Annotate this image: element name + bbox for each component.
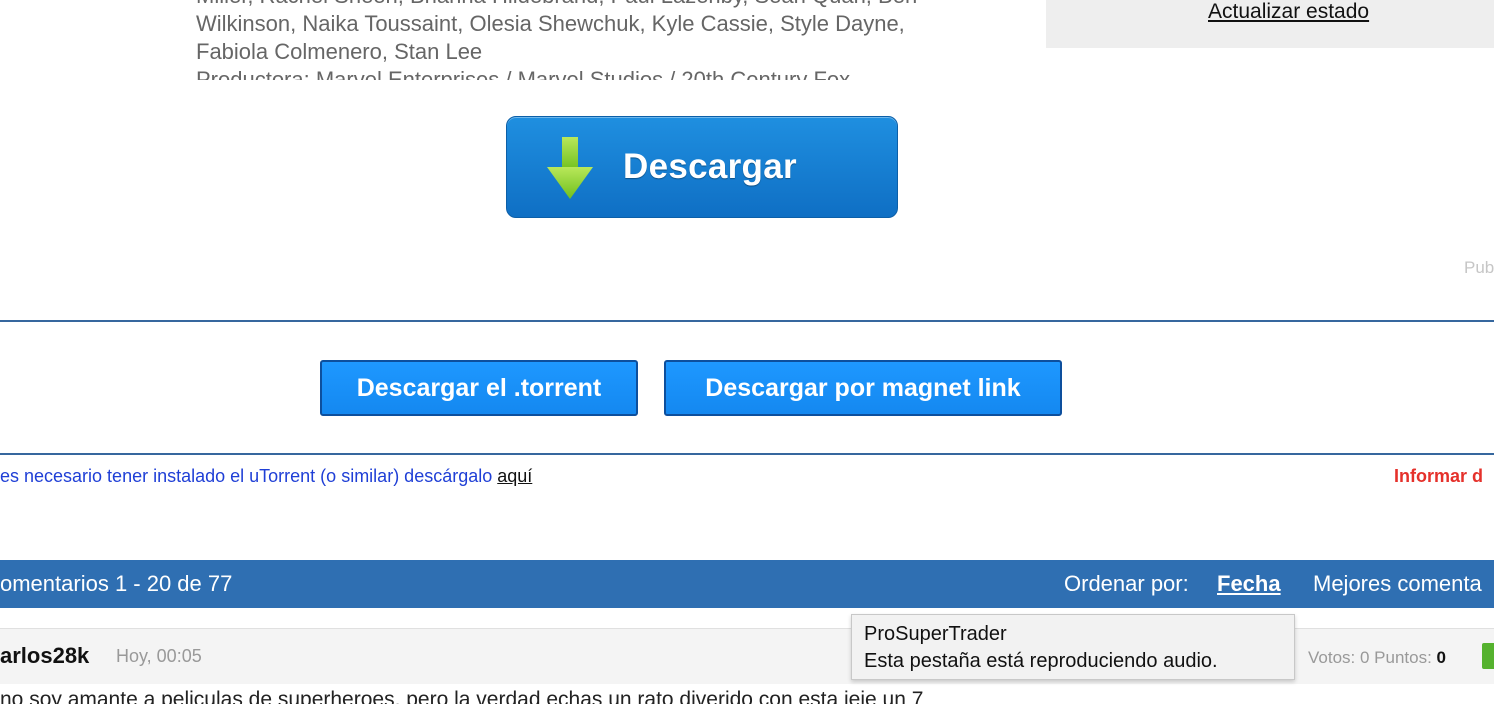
report-link[interactable]: Informar d <box>1394 466 1483 487</box>
sort-by-best-link[interactable]: Mejores comenta <box>1313 571 1482 597</box>
vote-up-icon[interactable] <box>1482 643 1494 669</box>
main-download-button[interactable]: Descargar <box>506 116 898 218</box>
movie-cast-info: Miller, Rachel Sheen, Bhanna Hildebrand,… <box>196 0 1016 80</box>
comment-votes: Votos: 0 Puntos: 0 <box>1308 648 1446 668</box>
sort-label: Ordenar por: <box>1064 571 1189 596</box>
download-torrent-button[interactable]: Descargar el .torrent <box>320 360 638 416</box>
utorrent-note: es necesario tener instalado el uTorrent… <box>0 466 532 487</box>
comment-body: no soy amante a peliculas de superheroes… <box>0 684 1494 704</box>
utorrent-download-link[interactable]: aquí <box>497 466 532 486</box>
main-download-label: Descargar <box>623 147 797 186</box>
cast-line: Miller, Rachel Sheen, Bhanna Hildebrand,… <box>196 0 1016 10</box>
utorrent-note-text: es necesario tener instalado el uTorrent… <box>0 466 498 486</box>
divider <box>0 320 1494 322</box>
tooltip-text: Esta pestaña está reproduciendo audio. <box>864 650 1218 672</box>
download-arrow-icon <box>547 137 593 199</box>
tab-tooltip: ProSuperTrader Esta pestaña está reprodu… <box>851 614 1295 680</box>
status-panel: Actualizar estado <box>1046 0 1494 48</box>
producer-line: Productora: Marvel Enterprises / Marvel … <box>196 67 851 80</box>
cast-line: Fabiola Colmenero, Stan Lee <box>196 39 483 64</box>
download-magnet-button[interactable]: Descargar por magnet link <box>664 360 1062 416</box>
comment-timestamp: Hoy, 00:05 <box>116 646 202 666</box>
update-status-link[interactable]: Actualizar estado <box>1208 0 1369 24</box>
sort-by-date-link[interactable]: Fecha <box>1217 571 1281 597</box>
votes-label: Votos: 0 Puntos: <box>1308 648 1432 667</box>
comment-username[interactable]: arlos28k <box>0 643 89 669</box>
comments-count: omentarios 1 - 20 de 77 <box>0 571 233 596</box>
cast-line: Wilkinson, Naika Toussaint, Olesia Shewc… <box>196 11 905 36</box>
points-value: 0 <box>1436 648 1447 667</box>
comments-header: omentarios 1 - 20 de 77 Ordenar por: Fec… <box>0 560 1494 608</box>
comment-text: no soy amante a peliculas de superheroes… <box>0 688 924 704</box>
ad-label: Pub <box>1464 258 1494 277</box>
divider <box>0 453 1494 455</box>
tooltip-title: ProSuperTrader <box>864 623 1007 645</box>
